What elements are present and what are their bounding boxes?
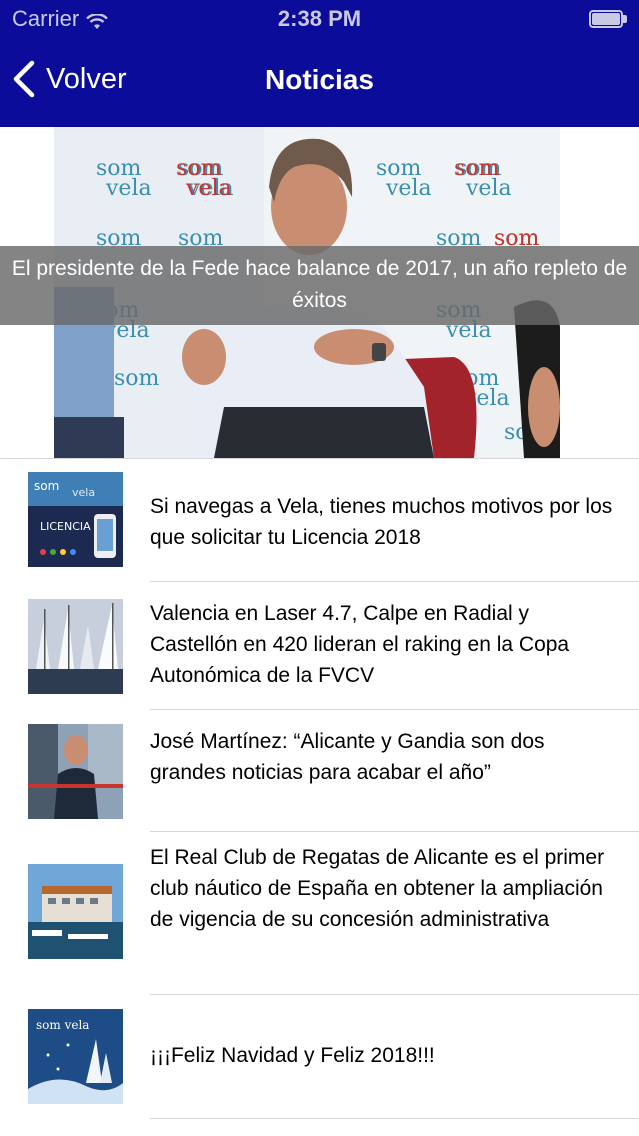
svg-text:som: som — [454, 156, 500, 181]
svg-text:vela: vela — [72, 486, 95, 499]
news-thumbnail: som vela LICENCIA — [28, 472, 123, 567]
news-list: som vela LICENCIA Si navegas a Vela, tie… — [0, 458, 639, 1119]
news-headline: Valencia en Laser 4.7, Calpe en Radial y… — [150, 602, 570, 687]
svg-text:som: som — [34, 479, 59, 493]
featured-news[interactable]: som vela som vela som vela som vela som som … — [0, 127, 639, 458]
svg-text:vela: vela — [385, 176, 432, 201]
svg-text:vela: vela — [105, 176, 152, 201]
status-bar: Carrier 2:38 PM — [0, 0, 639, 38]
list-item[interactable]: José Martínez: “Alicante y Gandia son do… — [0, 710, 639, 832]
list-item[interactable]: Valencia en Laser 4.7, Calpe en Radial y… — [0, 582, 639, 710]
featured-caption: El presidente de la Fede hace balance de… — [0, 246, 639, 325]
news-thumbnail — [28, 724, 123, 819]
news-headline: ¡¡¡Feliz Navidad y Feliz 2018!!! — [150, 1044, 435, 1067]
list-item[interactable]: som vela ¡¡¡Feliz Navidad y Feliz 2018!!… — [0, 995, 639, 1119]
news-thumbnail — [28, 864, 123, 959]
battery-icon — [589, 10, 627, 28]
list-item[interactable]: El Real Club de Regatas de Alicante es e… — [0, 832, 639, 995]
divider — [150, 1118, 639, 1119]
svg-text:som: som — [114, 366, 160, 391]
clock: 2:38 PM — [277, 6, 362, 31]
news-headline: El Real Club de Regatas de Alicante es e… — [150, 846, 605, 931]
header: Carrier 2:38 PM Volver Noticias — [0, 0, 639, 127]
thumb-label: LICENCIA — [40, 520, 91, 533]
news-thumbnail: som vela — [28, 1009, 123, 1104]
news-headline: Si navegas a Vela, tienes muchos motivos… — [150, 495, 613, 549]
nav-bar: Volver Noticias — [0, 38, 639, 127]
news-headline: José Martínez: “Alicante y Gandia son do… — [150, 730, 545, 784]
page-title: Noticias — [265, 64, 374, 95]
svg-text:vela: vela — [185, 176, 232, 201]
news-thumbnail — [28, 599, 123, 694]
thumb-label: som vela — [36, 1018, 89, 1032]
list-item[interactable]: som vela LICENCIA Si navegas a Vela, tie… — [0, 458, 639, 582]
